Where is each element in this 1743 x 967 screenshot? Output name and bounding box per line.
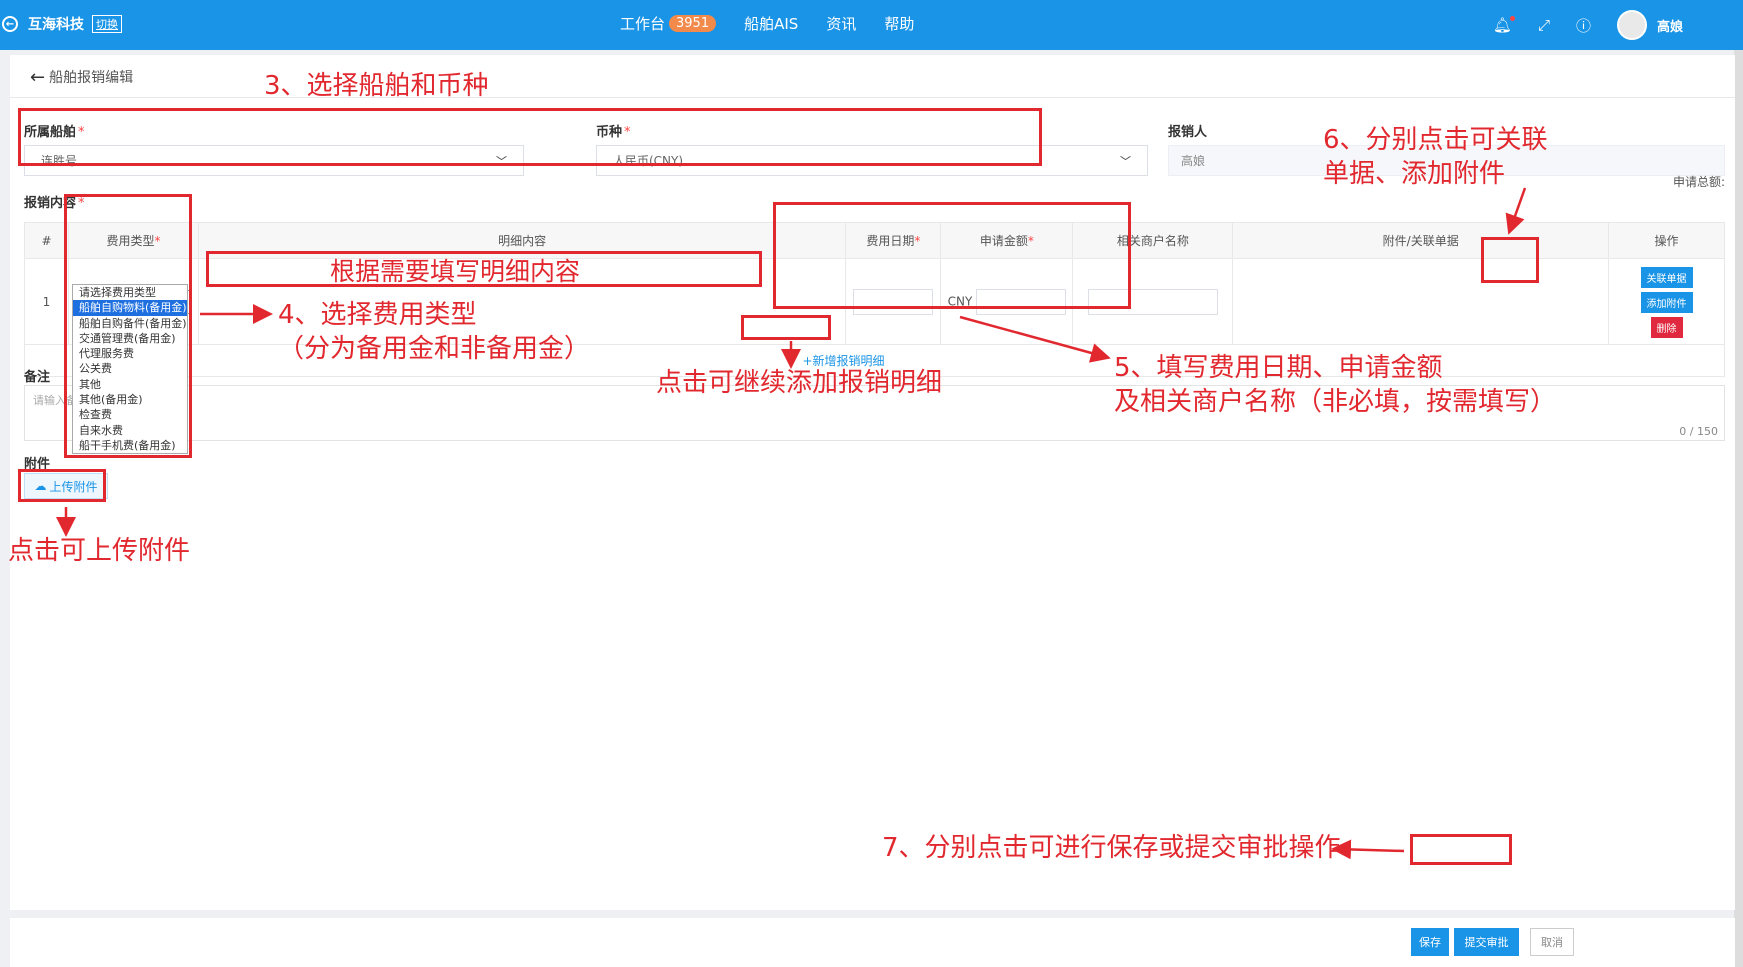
claimant-value: 高娘 xyxy=(1181,154,1206,168)
annotation-step4b: （分为备用金和非备用金） xyxy=(278,334,591,364)
submit-approval-button[interactable]: 提交审批 xyxy=(1454,928,1519,956)
nav-news[interactable]: 资讯 xyxy=(826,13,856,34)
dropdown-option[interactable]: 其他(备用金) xyxy=(73,392,187,407)
merchant-cell xyxy=(1072,258,1234,345)
upload-label: 上传附件 xyxy=(49,479,98,494)
annotation-step7: 7、分别点击可进行保存或提交审批操作 xyxy=(882,833,1341,863)
dropdown-option[interactable]: 公关费 xyxy=(73,361,187,376)
total-amount-label: 申请总额: xyxy=(1672,175,1725,189)
page-title: 船舶报销编辑 xyxy=(49,70,134,86)
top-right-tools: 🔔︎ ⤢ ⓘ 高娘 xyxy=(1493,10,1683,40)
attachments-cell xyxy=(1232,258,1610,345)
col-detail: 明细内容 xyxy=(197,222,847,259)
link-document-button[interactable]: 关联单据 xyxy=(1640,267,1693,288)
currency-value: 人民币(CNY) xyxy=(613,154,684,168)
content-label: 报销内容 * xyxy=(24,196,85,211)
currency-select[interactable]: 人民币(CNY) ﹀ xyxy=(596,145,1148,176)
dropdown-option[interactable]: 代理服务费 xyxy=(73,346,187,361)
annotation-upload-tip: 点击可上传附件 xyxy=(8,536,191,566)
help-icon[interactable]: ⓘ xyxy=(1576,15,1591,36)
annotation-step6b: 单据、添加附件 xyxy=(1323,159,1506,189)
dropdown-option[interactable]: 交通管理费(备用金) xyxy=(73,331,187,346)
expense-type-dropdown[interactable]: 请选择费用类型 船舶自购物料(备用金) 船舶自购备件(备用金) 交通管理费(备用金) 代… xyxy=(72,284,188,455)
annotation-step5b: 及相关商户名称（非必填，按需填写） xyxy=(1114,387,1557,417)
nav-workbench-label: 工作台 xyxy=(620,15,666,33)
fullscreen-icon[interactable]: ⤢ xyxy=(1538,16,1550,34)
annotation-detail: 根据需要填写明细内容 xyxy=(330,257,581,286)
chevron-down-icon: ﹀ xyxy=(496,154,507,168)
row-index: 1 xyxy=(24,258,69,345)
col-amount: 申请金额* xyxy=(940,222,1074,259)
add-detail-link[interactable]: +新增报销明细 xyxy=(802,354,884,368)
add-attachment-button[interactable]: 添加附件 xyxy=(1640,292,1693,313)
dropdown-option[interactable]: 其他 xyxy=(73,377,187,392)
dropdown-option[interactable]: 请选择费用类型 xyxy=(73,285,187,300)
col-date: 费用日期* xyxy=(845,222,942,259)
dropdown-option[interactable]: 船干手机费(备用金) xyxy=(73,438,187,453)
col-attachments: 附件/关联单据 xyxy=(1232,222,1610,259)
table-header-row: # 费用类型* 明细内容 费用日期* 申请金额* 相关商户名称 附件/关联单据 … xyxy=(24,222,1725,259)
annotation-step4a: 4、选择费用类型 xyxy=(278,300,477,330)
avatar[interactable] xyxy=(1616,10,1647,40)
vessel-select[interactable]: 连胜号 ﹀ xyxy=(24,145,524,176)
cloud-upload-icon: ☁ xyxy=(34,479,47,493)
attachment-label: 附件 xyxy=(24,457,51,472)
chevron-down-icon: ﹀ xyxy=(1120,154,1131,168)
nav-help[interactable]: 帮助 xyxy=(884,13,914,34)
main-nav: 工作台 3951 船舶AIS 资讯 帮助 xyxy=(620,13,942,34)
delete-row-button[interactable]: 删除 xyxy=(1650,317,1683,338)
annotation-step3: 3、选择船舶和币种 xyxy=(264,71,489,101)
col-index: # xyxy=(24,222,69,259)
page-header[interactable]: ← 船舶报销编辑 xyxy=(30,65,133,89)
top-bar: ← 互海科技 切换 工作台 3951 船舶AIS 资讯 帮助 🔔︎ ⤢ ⓘ 高娘 xyxy=(0,0,1743,50)
dropdown-option[interactable]: 检查费 xyxy=(73,407,187,422)
scrollbar[interactable] xyxy=(1734,50,1743,967)
footer-bar: 保存 提交审批 取消 xyxy=(10,918,1735,967)
username[interactable]: 高娘 xyxy=(1657,16,1683,35)
brand-switch[interactable]: 切换 xyxy=(92,15,122,33)
amount-input[interactable] xyxy=(976,288,1067,315)
nav-workbench[interactable]: 工作台 3951 xyxy=(620,13,717,34)
remark-label: 备注 xyxy=(24,370,51,385)
col-expense-type: 费用类型* xyxy=(67,222,199,259)
amount-currency: CNY xyxy=(947,294,973,308)
brand-name: 互海科技 xyxy=(28,17,84,33)
actions-cell: 关联单据 添加附件 删除 xyxy=(1608,258,1725,345)
bell-icon[interactable]: 🔔︎ xyxy=(1493,16,1515,34)
currency-label: 币种 * xyxy=(596,125,631,140)
claimant-label: 报销人 xyxy=(1168,125,1208,140)
annotation-step6a: 6、分别点击可关联 xyxy=(1323,125,1548,155)
brand-logo[interactable]: ← 互海科技 切换 xyxy=(2,14,122,34)
date-cell xyxy=(845,258,942,345)
dropdown-option[interactable]: 船舶自购备件(备用金) xyxy=(73,316,187,331)
col-actions: 操作 xyxy=(1608,222,1725,259)
notification-dot xyxy=(1509,16,1515,21)
back-arrow-icon[interactable]: ← xyxy=(30,67,45,88)
col-merchant: 相关商户名称 xyxy=(1072,222,1234,259)
dropdown-option[interactable]: 自来水费 xyxy=(73,423,187,438)
upload-button[interactable]: ☁ 上传附件 xyxy=(24,473,108,499)
annotation-step5a: 5、填写费用日期、申请金额 xyxy=(1114,353,1443,383)
remark-counter: 0 / 150 xyxy=(1679,425,1718,438)
nav-ais[interactable]: 船舶AIS xyxy=(744,13,798,34)
cancel-button[interactable]: 取消 xyxy=(1530,928,1574,956)
amount-cell: CNY xyxy=(940,258,1074,345)
back-circle-icon[interactable]: ← xyxy=(2,16,18,32)
vessel-value: 连胜号 xyxy=(41,154,78,168)
date-input[interactable] xyxy=(853,288,934,315)
vessel-label: 所属船舶 * xyxy=(24,125,85,140)
workbench-count-badge: 3951 xyxy=(669,15,717,32)
dropdown-option[interactable]: 船舶自购物料(备用金) xyxy=(73,300,187,316)
merchant-input[interactable] xyxy=(1087,288,1218,315)
annotation-add-more: 点击可继续添加报销明细 xyxy=(656,368,943,398)
save-button[interactable]: 保存 xyxy=(1411,928,1449,956)
